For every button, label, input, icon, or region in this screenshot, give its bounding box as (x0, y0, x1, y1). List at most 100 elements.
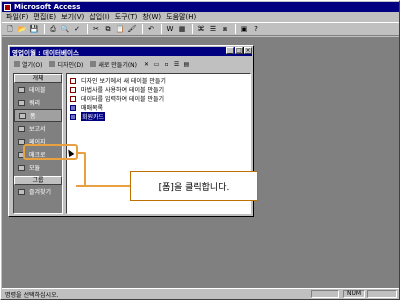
status-panel (367, 290, 397, 298)
groups-header[interactable]: 그룹 (14, 176, 62, 185)
open-button[interactable]: 열기(O) (12, 59, 44, 70)
list-item-label: 매매목록 (81, 105, 104, 112)
access-app-window: Microsoft Access 파일(F) 편집(E) 보기(V) 삽입(I)… (0, 0, 400, 300)
toolbar-separator (87, 24, 88, 34)
list-item[interactable]: 매매목록 (67, 103, 250, 112)
list-item-label: 마법사를 사용하여 테이블 만들기 (81, 87, 165, 94)
list-item-selected[interactable]: 회원카드 (67, 112, 250, 121)
relationships-icon[interactable]: ⧈ (220, 24, 230, 34)
new-object-icon (90, 61, 97, 67)
menu-help[interactable]: 도움말(H) (166, 12, 196, 22)
access-app-icon (4, 3, 11, 11)
menu-insert[interactable]: 삽입(I) (89, 12, 109, 22)
new-button[interactable]: 새로 만들기(N) (88, 59, 139, 70)
database-title-bar: 영업이월 : 데이터베이스 (10, 47, 252, 57)
minimize-icon[interactable]: _ (226, 47, 234, 54)
open-icon (14, 61, 20, 67)
small-icons-icon[interactable]: ▫ (162, 60, 171, 69)
app-title-bar: Microsoft Access (2, 2, 399, 12)
status-text: 명령을 선택하십시오. (5, 291, 59, 299)
design-icon (49, 61, 56, 67)
properties-icon[interactable]: ☰ (208, 24, 218, 34)
menu-bar: 파일(F) 편집(E) 보기(V) 삽입(I) 도구(T) 창(W) 도움말(H… (2, 12, 399, 22)
object-label: 테이블 (29, 87, 46, 94)
print-icon[interactable]: ⎙ (48, 24, 58, 34)
num-lock-indicator: NUM (343, 290, 365, 298)
copy-icon[interactable]: ⧉ (103, 24, 113, 34)
help-icon[interactable]: ? (251, 24, 261, 34)
status-panel (311, 290, 339, 298)
toolbar-separator (235, 24, 236, 34)
toolbar-separator (142, 24, 143, 34)
favorites-icon (18, 188, 25, 195)
large-icons-icon[interactable]: ▭ (152, 60, 161, 69)
analyze-icon[interactable]: ▦ (177, 24, 187, 34)
main-toolbar: 🗋 📂 💾 ⎙ 🔍 ✓ ✂ ⧉ 📋 🖌 ↶ W ▦ ⌘ ☰ ⧈ ▣ ? (2, 22, 399, 36)
toolbar-separator (192, 24, 193, 34)
database-toolbar: 열기(O) 디자인(D) 새로 만들기(N) ✕ ▭ ▫ ☰ ▤ (12, 58, 252, 70)
menu-view[interactable]: 보기(V) (61, 12, 84, 22)
close-icon[interactable]: × (244, 47, 252, 54)
menu-edit[interactable]: 편집(E) (33, 12, 56, 22)
design-button[interactable]: 디자인(D) (47, 59, 85, 70)
paste-icon[interactable]: 📋 (115, 24, 125, 34)
object-label: 모듈 (29, 165, 41, 172)
group-favorites[interactable]: 즐겨찾기 (14, 185, 62, 198)
module-icon (18, 164, 25, 171)
object-tables[interactable]: 테이블 (14, 83, 62, 96)
list-item[interactable]: 마법사를 사용하여 테이블 만들기 (67, 85, 250, 94)
object-label: 쿼리 (29, 100, 41, 107)
window-buttons: _ □ × (225, 47, 252, 54)
list-item-label: 데이터를 입력하여 테이블 만들기 (81, 96, 165, 103)
wizard-icon (70, 86, 76, 93)
group-label: 즐겨찾기 (29, 189, 52, 196)
design-label: 디자인(D) (57, 61, 84, 69)
list-view-icon[interactable]: ☰ (172, 60, 181, 69)
list-item-label: 회원카드 (81, 112, 106, 121)
preview-icon[interactable]: 🔍 (60, 24, 70, 34)
object-label: 보고서 (29, 126, 46, 133)
menu-window[interactable]: 창(W) (142, 12, 161, 22)
app-title: Microsoft Access (14, 3, 81, 11)
object-queries[interactable]: 쿼리 (14, 96, 62, 109)
details-view-icon[interactable]: ▤ (182, 60, 191, 69)
undo-icon[interactable]: ↶ (146, 24, 156, 34)
callout-connector (86, 185, 130, 187)
spell-icon[interactable]: ✓ (72, 24, 82, 34)
mdi-workspace: 영업이월 : 데이터베이스 _ □ × 열기(O) 디자인(D) 새로 만들기(… (2, 37, 399, 288)
report-icon (18, 125, 25, 132)
open-icon[interactable]: 📂 (17, 24, 27, 34)
office-links-icon[interactable]: W (165, 24, 175, 34)
object-forms[interactable]: 폼 (14, 109, 62, 122)
cut-icon[interactable]: ✂ (91, 24, 101, 34)
status-bar: 명령을 선택하십시오. NUM (2, 288, 399, 299)
maximize-icon[interactable]: □ (235, 47, 243, 54)
new-icon[interactable]: 🗋 (5, 24, 15, 34)
toolbar-separator (44, 24, 45, 34)
list-item-label: 디자인 보기에서 새 테이블 만들기 (81, 78, 166, 85)
query-icon (18, 99, 25, 106)
instruction-callout: [폼]을 클릭합니다. (130, 171, 258, 201)
code-icon[interactable]: ⌘ (196, 24, 206, 34)
delete-icon[interactable]: ✕ (142, 60, 151, 69)
database-title: 영업이월 : 데이터베이스 (12, 48, 79, 57)
menu-tools[interactable]: 도구(T) (115, 12, 138, 22)
form-item-icon (70, 104, 76, 111)
form-icon (19, 112, 26, 119)
format-painter-icon[interactable]: 🖌 (127, 24, 137, 34)
menu-file[interactable]: 파일(F) (6, 12, 28, 22)
table-icon (18, 86, 25, 93)
list-item[interactable]: 디자인 보기에서 새 테이블 만들기 (67, 76, 250, 85)
save-icon[interactable]: 💾 (29, 24, 39, 34)
objects-header[interactable]: 개체 (14, 74, 62, 83)
object-reports[interactable]: 보고서 (14, 122, 62, 135)
toolbar-separator (161, 24, 162, 34)
open-label: 열기(O) (22, 61, 43, 69)
form-item-icon (70, 113, 76, 120)
new-object-icon[interactable]: ▣ (239, 24, 249, 34)
wizard-icon (70, 77, 76, 84)
wizard-icon (70, 95, 76, 102)
callout-connector (76, 152, 86, 187)
list-item[interactable]: 데이터를 입력하여 테이블 만들기 (67, 94, 250, 103)
object-modules[interactable]: 모듈 (14, 161, 62, 174)
